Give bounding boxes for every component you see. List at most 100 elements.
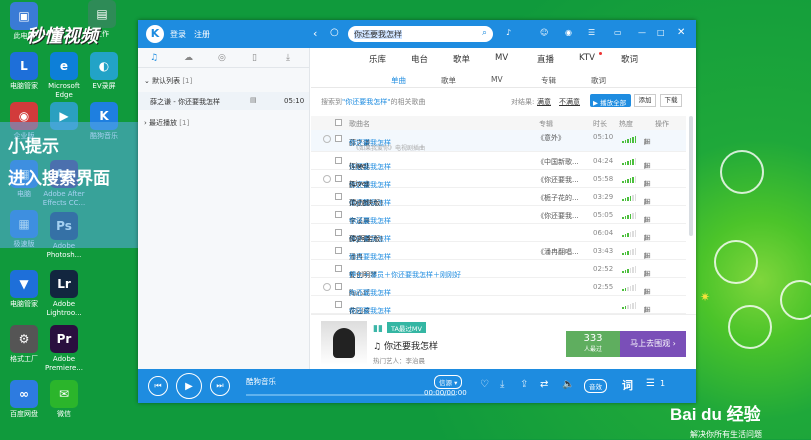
- select-all-checkbox[interactable]: [335, 119, 342, 126]
- desktop-icon[interactable]: ⚙ 格式工厂: [2, 325, 46, 364]
- prev-button[interactable]: ⏮: [148, 376, 168, 396]
- song-album[interactable]: 《栀子花的...: [537, 193, 579, 203]
- table-row[interactable]: 薛之谦 - 你还要我怎样 (Live) 《你还要我... 05:58 ▷ ⊞ ⤓: [311, 170, 686, 189]
- nav-tab[interactable]: 直播: [537, 53, 554, 65]
- back-icon[interactable]: ‹: [313, 27, 317, 40]
- sub-tab[interactable]: 歌单: [441, 75, 456, 86]
- desktop-icon[interactable]: ✉ 微信: [42, 380, 86, 419]
- promo-song[interactable]: ♫ 你还要我怎样: [373, 339, 438, 352]
- search-input[interactable]: 你还要我怎样 ⌕: [348, 26, 493, 42]
- nav-tab[interactable]: 歌词: [621, 53, 638, 65]
- desktop-icon[interactable]: ∞ 百度网盘: [2, 380, 46, 419]
- table-row[interactable]: 汪晨蕊 - 你还要我怎样 (Live) 《中国新歌... 04:24 ▷ ⊞ ⤓: [311, 152, 686, 171]
- mv-icon[interactable]: ▤: [250, 96, 257, 104]
- download-icon[interactable]: ⤓: [286, 53, 290, 63]
- queue-icon[interactable]: ☰: [646, 378, 655, 389]
- next-button[interactable]: ⏭: [210, 376, 230, 396]
- song-album[interactable]: 《意外》: [537, 133, 565, 143]
- favorite-icon[interactable]: ♡: [480, 379, 489, 390]
- login-link[interactable]: 登录: [170, 29, 186, 40]
- row-checkbox[interactable]: [335, 283, 342, 290]
- refresh-icon[interactable]: ○: [330, 27, 339, 38]
- voice-icon[interactable]: ♪: [506, 28, 511, 37]
- close-icon[interactable]: ✕: [677, 27, 685, 38]
- music-note-icon[interactable]: ♫: [150, 53, 158, 63]
- artist-avatar[interactable]: [321, 321, 367, 365]
- quality-button[interactable]: 信源 ▾: [434, 375, 463, 389]
- table-row[interactable]: 范小松 - 你还要我怎样 (DJ加快版) 《栀子花的... 03:29 ▷ ⊞ ⤓: [311, 188, 686, 207]
- add-button[interactable]: 添加: [634, 94, 656, 107]
- desktop-icon[interactable]: Lr Adobe Lightroo...: [42, 270, 86, 318]
- song-album[interactable]: 《潘冉翻唱...: [537, 247, 579, 257]
- song-album[interactable]: 《中国新歌...: [537, 157, 579, 167]
- scrollbar[interactable]: [689, 116, 693, 236]
- desktop-icon[interactable]: e Microsoft Edge: [42, 52, 86, 100]
- table-row[interactable]: 陶心瑶 - 你还要我怎样 02:55 ▷ ⊞ ⤓: [311, 278, 686, 297]
- recent-list[interactable]: › 最近播放 [1]: [144, 118, 189, 128]
- loop-icon[interactable]: ⇄: [540, 379, 548, 390]
- expand-circle-icon[interactable]: [323, 135, 331, 143]
- row-checkbox[interactable]: [335, 265, 342, 272]
- song-duration: 03:29: [593, 193, 614, 201]
- row-checkbox[interactable]: [335, 247, 342, 254]
- search-icon[interactable]: ⌕: [482, 28, 487, 38]
- nav-tab[interactable]: 歌单: [453, 53, 470, 65]
- lyric-button[interactable]: 词: [622, 377, 633, 393]
- table-row[interactable]: 李溪晨 - 你还要我怎样 《你还要我... 05:05 ▷ ⊞ ⤓: [311, 206, 686, 225]
- nav-tab[interactable]: 电台: [411, 53, 428, 65]
- maximize-icon[interactable]: □: [657, 28, 665, 37]
- table-row[interactable]: 姜创明琴 - 押士＋演员＋你还要我怎样＋刚刚好 02:52 ▷ ⊞ ⤓: [311, 260, 686, 279]
- radio-icon[interactable]: ◎: [218, 53, 226, 63]
- share-icon[interactable]: ⇪: [520, 379, 528, 390]
- row-checkbox[interactable]: [335, 193, 342, 200]
- volume-icon[interactable]: 🔈: [562, 379, 574, 390]
- expand-circle-icon[interactable]: [323, 175, 331, 183]
- row-checkbox[interactable]: [335, 135, 342, 142]
- desktop-icon[interactable]: Pr Adobe Premiere...: [42, 325, 86, 373]
- phone-icon[interactable]: ▯: [252, 53, 257, 63]
- sound-effect-button[interactable]: 音效: [584, 379, 607, 393]
- download-button[interactable]: 下载: [660, 94, 682, 107]
- heat-bar: [624, 270, 626, 273]
- baidu-logo: Bai du 经验: [670, 400, 761, 425]
- row-checkbox[interactable]: [335, 175, 342, 182]
- table-row[interactable]: 花园孩 - 你还要我怎样 ▷ ⊞ ⤓: [311, 296, 686, 315]
- register-link[interactable]: 注册: [194, 29, 210, 40]
- table-row[interactable]: 潘冉 - 你还要我怎样 《潘冉翻唱... 03:43 ▷ ⊞ ⤓: [311, 242, 686, 261]
- sub-tab[interactable]: 专辑: [541, 75, 556, 86]
- table-row[interactable]: 薛之谦 - 你还要我怎样 《如果我爱你》电视剧插曲 《意外》 05:10 ▷ ⊞ ⤓: [311, 130, 686, 152]
- row-checkbox[interactable]: [335, 211, 342, 218]
- play-button[interactable]: ▶: [176, 373, 202, 399]
- play-all-button[interactable]: ▶ 播放全部: [590, 94, 631, 107]
- cloud-icon[interactable]: ☁: [184, 53, 193, 63]
- nav-tab[interactable]: 乐库: [369, 53, 386, 65]
- download-icon[interactable]: ⤓: [500, 379, 504, 390]
- settings-icon[interactable]: ☰: [588, 28, 595, 37]
- row-checkbox[interactable]: [335, 157, 342, 164]
- skin-icon[interactable]: ◉: [565, 28, 572, 37]
- download-icon[interactable]: ⤓: [644, 137, 652, 147]
- sub-tab[interactable]: MV: [491, 75, 503, 84]
- go-watch-button[interactable]: 马上去围观 ›: [620, 331, 686, 357]
- row-checkbox[interactable]: [335, 229, 342, 236]
- expand-circle-icon[interactable]: [323, 283, 331, 291]
- desktop-icon[interactable]: L 电脑管家: [2, 52, 46, 91]
- satisfied-link[interactable]: 满意: [537, 97, 551, 107]
- table-row[interactable]: 薛之谦 - 你还要我怎样 (DJ阿宝版) 06:04 ▷ ⊞ ⤓: [311, 224, 686, 243]
- default-list[interactable]: ⌄ 默认列表 [1]: [144, 76, 192, 86]
- desktop-icon[interactable]: ◐ EV录屏: [82, 52, 126, 91]
- nav-tab[interactable]: MV: [495, 53, 508, 63]
- minimize-icon[interactable]: —: [638, 28, 646, 37]
- sub-tab[interactable]: 单曲: [391, 75, 406, 86]
- user-icon[interactable]: ☺: [540, 28, 548, 37]
- nav-tab[interactable]: KTV: [579, 53, 595, 63]
- row-checkbox[interactable]: [335, 301, 342, 308]
- sub-tab[interactable]: 歌词: [591, 75, 606, 86]
- playlist-item[interactable]: 薛之谦 - 你还要我怎样 ▤ 05:10: [138, 92, 309, 110]
- mini-icon[interactable]: ▭: [614, 28, 622, 37]
- desktop-icon[interactable]: ▼ 电脑管家: [2, 270, 46, 309]
- unsatisfied-link[interactable]: 不满意: [559, 97, 580, 107]
- song-album[interactable]: 《你还要我...: [537, 175, 579, 185]
- mv-badge[interactable]: TA最过MV: [387, 322, 426, 333]
- song-album[interactable]: 《你还要我...: [537, 211, 579, 221]
